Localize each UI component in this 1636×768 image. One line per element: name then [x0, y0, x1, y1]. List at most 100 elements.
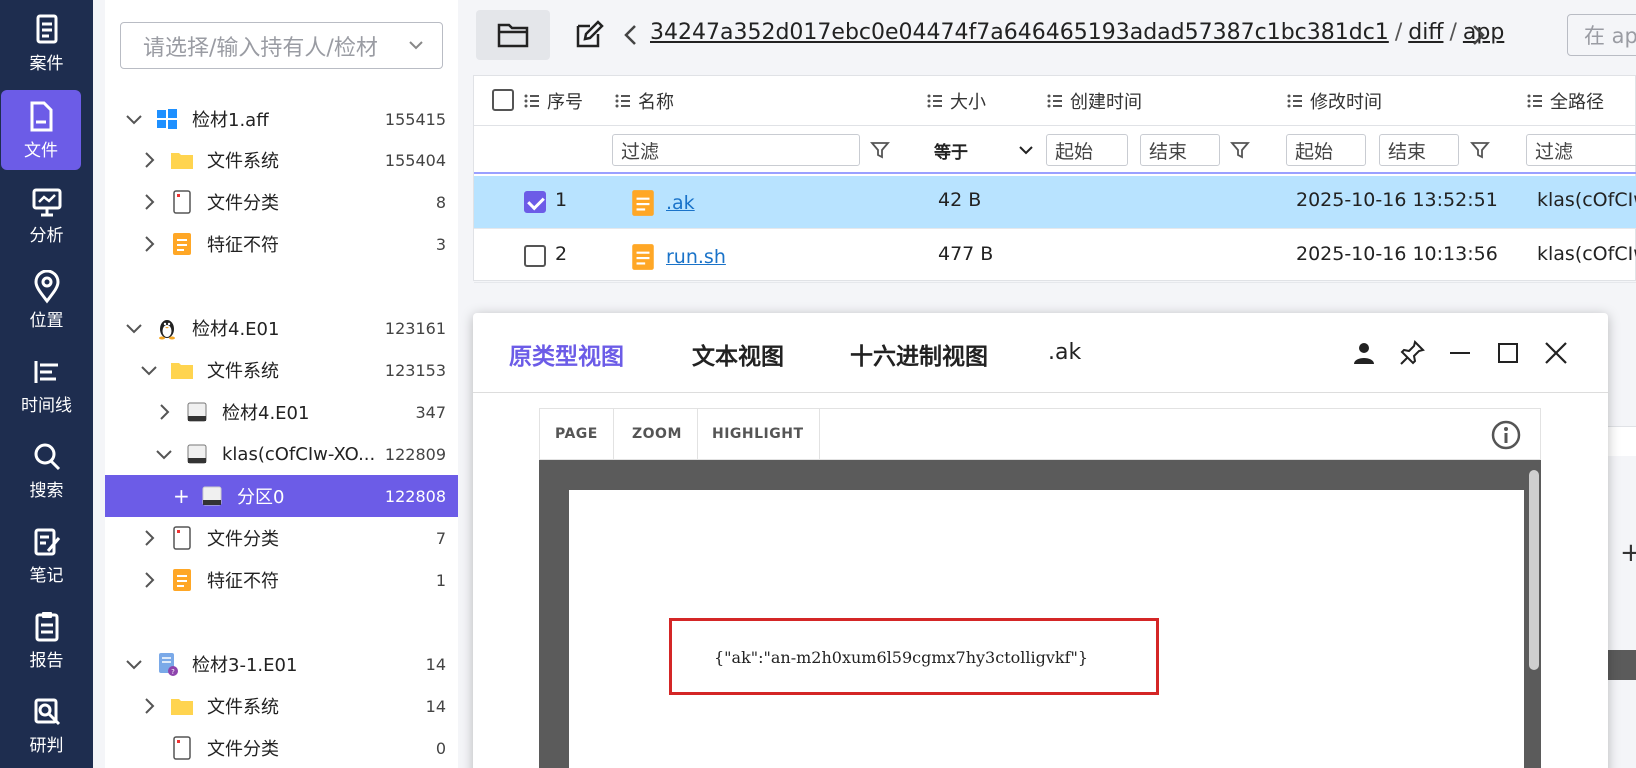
- nav-judge[interactable]: 研判: [0, 685, 93, 765]
- add-icon[interactable]: +: [1620, 538, 1636, 568]
- column-seq[interactable]: 序号: [523, 88, 583, 114]
- column-label: 修改时间: [1310, 92, 1382, 113]
- nav-report[interactable]: 报告: [0, 600, 93, 680]
- chevron-right-icon[interactable]: [140, 151, 158, 169]
- column-path[interactable]: 全路径: [1526, 88, 1604, 114]
- table-row[interactable]: 2 run.sh 477 B 2025-10-16 10:13:56 klas(…: [474, 230, 1636, 283]
- document-page: {"ak":"an-m2h0xum6l59cgmx7hy3ctolligvkf"…: [569, 490, 1524, 768]
- tree-item-filesystem[interactable]: 文件系统 14: [105, 685, 458, 727]
- user-icon[interactable]: [1350, 339, 1378, 367]
- nav-file[interactable]: 文件: [1, 90, 81, 170]
- tree-item-evidence3[interactable]: ? 检材3-1.E01 14: [105, 643, 458, 685]
- column-size[interactable]: 大小: [926, 88, 986, 114]
- path-filter-input[interactable]: 过滤: [1526, 134, 1636, 166]
- edit-path-button[interactable]: [552, 10, 626, 60]
- tree-item-count: 7: [435, 528, 446, 548]
- tab-text-view[interactable]: 文本视图: [692, 337, 784, 371]
- tab-hex-view[interactable]: 十六进制视图: [850, 337, 988, 371]
- chevron-right-icon[interactable]: [140, 235, 158, 253]
- chevron-down-icon: [409, 41, 423, 50]
- select-all-checkbox[interactable]: [492, 89, 514, 111]
- tree-item-mismatch[interactable]: 特征不符 3: [105, 223, 458, 265]
- row-seq: 1: [555, 189, 568, 211]
- folder-view-button[interactable]: [476, 10, 550, 60]
- tree-item-volume[interactable]: klas(cOfCIw-XO... 122809: [105, 433, 458, 475]
- file-name-link[interactable]: .ak: [666, 192, 695, 214]
- close-icon[interactable]: [1542, 339, 1570, 367]
- text-file-icon: [632, 190, 654, 216]
- tree-item-evidence4[interactable]: 检材4.E01 123161: [105, 307, 458, 349]
- list-icon: [524, 94, 539, 108]
- holder-select[interactable]: 请选择/输入持有人/检材: [120, 22, 443, 69]
- maximize-icon[interactable]: [1494, 339, 1522, 367]
- zoom-button[interactable]: ZOOM: [617, 409, 698, 459]
- chevron-down-icon[interactable]: [140, 361, 158, 379]
- minimize-icon[interactable]: [1446, 339, 1474, 367]
- table-row[interactable]: 1 .ak 42 B 2025-10-16 13:52:51 klas(cOfC…: [474, 176, 1636, 229]
- nav-timeline[interactable]: 时间线: [0, 345, 93, 425]
- nav-location[interactable]: 位置: [0, 260, 93, 340]
- search-input[interactable]: 在 app: [1567, 14, 1636, 56]
- nav-label: 文件: [24, 140, 58, 161]
- nav-analysis[interactable]: 分析: [0, 175, 93, 255]
- tree-item-mismatch[interactable]: 特征不符 1: [105, 559, 458, 601]
- column-modified[interactable]: 修改时间: [1286, 88, 1382, 114]
- breadcrumb-diff[interactable]: diff: [1408, 20, 1443, 45]
- size-operator-select[interactable]: 等于: [934, 134, 1034, 166]
- created-start-input[interactable]: 起始: [1046, 134, 1128, 166]
- created-end-input[interactable]: 结束: [1140, 134, 1220, 166]
- highlight-button[interactable]: HIGHLIGHT: [697, 409, 820, 459]
- chevron-right-icon[interactable]: [155, 403, 173, 421]
- tree-item-filesystem[interactable]: 文件系统 155404: [105, 139, 458, 181]
- name-filter-input[interactable]: 过滤: [612, 134, 860, 166]
- chevron-right-icon[interactable]: [140, 571, 158, 589]
- tree-item-evidence1[interactable]: 检材1.aff 155415: [105, 98, 458, 140]
- chevron-right-icon[interactable]: [140, 529, 158, 547]
- nav-note[interactable]: 笔记: [0, 515, 93, 595]
- chevron-right-icon[interactable]: [140, 697, 158, 715]
- modified-end-input[interactable]: 结束: [1379, 134, 1459, 166]
- tree-item-file-category[interactable]: 文件分类 8: [105, 181, 458, 223]
- row-checkbox[interactable]: [524, 191, 546, 213]
- filter-icon[interactable]: [1470, 140, 1490, 160]
- nav-case[interactable]: 案件: [0, 3, 93, 83]
- background-panel-fragment: [1608, 650, 1636, 680]
- tree-item-file-category[interactable]: 文件分类 7: [105, 517, 458, 559]
- tree-item-disk[interactable]: 检材4.E01 347: [105, 391, 458, 433]
- expand-plus-icon[interactable]: +: [173, 484, 190, 508]
- chevron-down-icon[interactable]: [125, 110, 143, 128]
- file-name-link[interactable]: run.sh: [666, 246, 726, 268]
- tree-item-partition0[interactable]: + 分区0 122808: [105, 475, 458, 517]
- document-content: {"ak":"an-m2h0xum6l59cgmx7hy3ctolligvkf"…: [714, 648, 1089, 667]
- text-file-icon: [173, 233, 191, 255]
- row-path: klas(cOfCIw: [1537, 243, 1636, 265]
- nav-label: 案件: [29, 53, 64, 74]
- column-created[interactable]: 创建时间: [1046, 88, 1142, 114]
- tree-item-filesystem[interactable]: 文件系统 123153: [105, 349, 458, 391]
- vertical-scrollbar[interactable]: [1529, 470, 1539, 670]
- nav-search[interactable]: 搜索: [0, 430, 93, 510]
- chevron-down-icon[interactable]: [155, 445, 173, 463]
- filter-icon[interactable]: [1230, 140, 1250, 160]
- file-table: 序号 名称 大小 创建时间 修改时间 全路径 过滤 等于 起始 结束 起始 结束…: [473, 75, 1636, 283]
- tree-item-count: 123153: [384, 360, 446, 380]
- breadcrumb-hash[interactable]: 34247a352d017ebc0e04474f7a646465193adad5…: [650, 20, 1389, 45]
- chevron-down-icon[interactable]: [125, 319, 143, 337]
- forward-arrow-icon[interactable]: [1467, 22, 1489, 48]
- tab-native-view[interactable]: 原类型视图: [509, 337, 624, 371]
- row-checkbox[interactable]: [524, 245, 546, 267]
- linux-icon: [159, 320, 175, 340]
- chevron-right-icon[interactable]: [140, 193, 158, 211]
- modified-start-input[interactable]: 起始: [1286, 134, 1366, 166]
- tree-item-file-category[interactable]: 文件分类 0: [105, 727, 458, 768]
- pin-icon[interactable]: [1398, 339, 1426, 367]
- tree-item-label: 特征不符: [207, 571, 279, 592]
- chevron-down-icon[interactable]: [125, 655, 143, 673]
- nav-label: 研判: [29, 735, 64, 756]
- info-icon[interactable]: [1490, 419, 1522, 451]
- file-icon: [30, 101, 53, 131]
- page-button[interactable]: PAGE: [540, 409, 614, 459]
- column-name[interactable]: 名称: [614, 88, 674, 114]
- back-arrow-icon[interactable]: [620, 22, 642, 48]
- filter-icon[interactable]: [870, 140, 890, 160]
